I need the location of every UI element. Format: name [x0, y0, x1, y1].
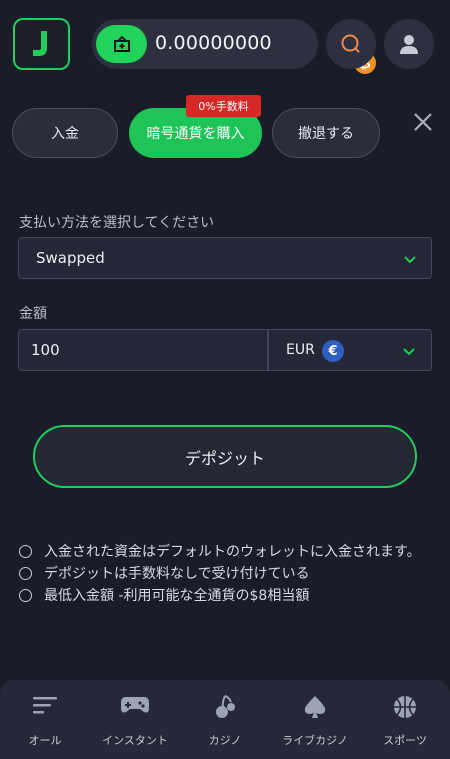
nav-all[interactable]: オール: [0, 680, 90, 759]
payment-method-value: Swapped: [36, 249, 105, 267]
tab-withdraw[interactable]: 撤退する: [272, 108, 380, 158]
info-notes: 入金された資金はデフォルトのウォレットに入金されます。 デポジットは手数料なしで…: [19, 542, 431, 608]
info-note: デポジットは手数料なしで受け付けている: [19, 564, 431, 584]
nav-label: カジノ: [208, 734, 242, 747]
search-icon: [341, 34, 360, 53]
balance-amount: 0.00000000: [155, 32, 272, 54]
profile-button[interactable]: [384, 19, 434, 69]
nav-label: インスタント: [102, 734, 168, 747]
nav-label: ライブカジノ: [282, 734, 348, 747]
tab-deposit[interactable]: 入金: [12, 108, 118, 158]
cherry-icon: [216, 695, 235, 718]
spade-icon: [304, 696, 326, 718]
gamepad-icon: [121, 697, 149, 713]
list-icon: [33, 697, 57, 714]
close-icon[interactable]: [413, 112, 433, 132]
logo-j-icon: [32, 31, 47, 56]
nav-label: スポーツ: [383, 734, 427, 747]
nav-instant[interactable]: インスタント: [90, 680, 180, 759]
amount-label: 金額: [19, 306, 47, 322]
note-text: 最低入金額 -利用可能な全通貨の$8相当額: [44, 588, 310, 604]
circle-bullet-icon: [19, 589, 32, 602]
circle-bullet-icon: [19, 545, 32, 558]
amount-input[interactable]: [18, 329, 268, 371]
wallet-balance[interactable]: 0.00000000 ₿: [92, 19, 399, 74]
info-note: 最低入金額 -利用可能な全通貨の$8相当額: [19, 586, 431, 606]
circle-bullet-icon: [19, 567, 32, 580]
nav-live-casino[interactable]: ライブカジノ: [270, 680, 360, 759]
basketball-icon: [394, 696, 416, 718]
chevron-down-icon: [404, 256, 416, 264]
wallet-button[interactable]: [96, 25, 147, 63]
bottom-navigation: オール インスタント カジノ ライブカジノ スポーツ: [0, 680, 450, 759]
note-text: 入金された資金はデフォルトのウォレットに入金されます。: [44, 544, 421, 560]
nav-casino[interactable]: カジノ: [180, 680, 270, 759]
nav-label: オール: [28, 734, 62, 747]
wallet-icon: [113, 35, 130, 52]
deposit-button[interactable]: デポジット: [33, 425, 417, 488]
nav-sports[interactable]: スポーツ: [360, 680, 450, 759]
payment-method-label: 支払い方法を選択してください: [19, 215, 215, 231]
user-icon: [400, 35, 418, 54]
chevron-down-icon: [403, 348, 415, 356]
search-button[interactable]: [326, 19, 376, 69]
info-note: 入金された資金はデフォルトのウォレットに入金されます。: [19, 542, 431, 562]
top-header: 0.00000000 ₿: [0, 0, 450, 88]
fee-badge: 0%手数料: [186, 95, 261, 117]
payment-method-select[interactable]: Swapped: [18, 237, 432, 279]
currency-select[interactable]: EUR €: [268, 329, 432, 371]
note-text: デポジットは手数料なしで受け付けている: [44, 566, 310, 582]
euro-icon: €: [322, 340, 344, 362]
logo[interactable]: [13, 18, 70, 70]
currency-value: EUR: [286, 342, 315, 358]
